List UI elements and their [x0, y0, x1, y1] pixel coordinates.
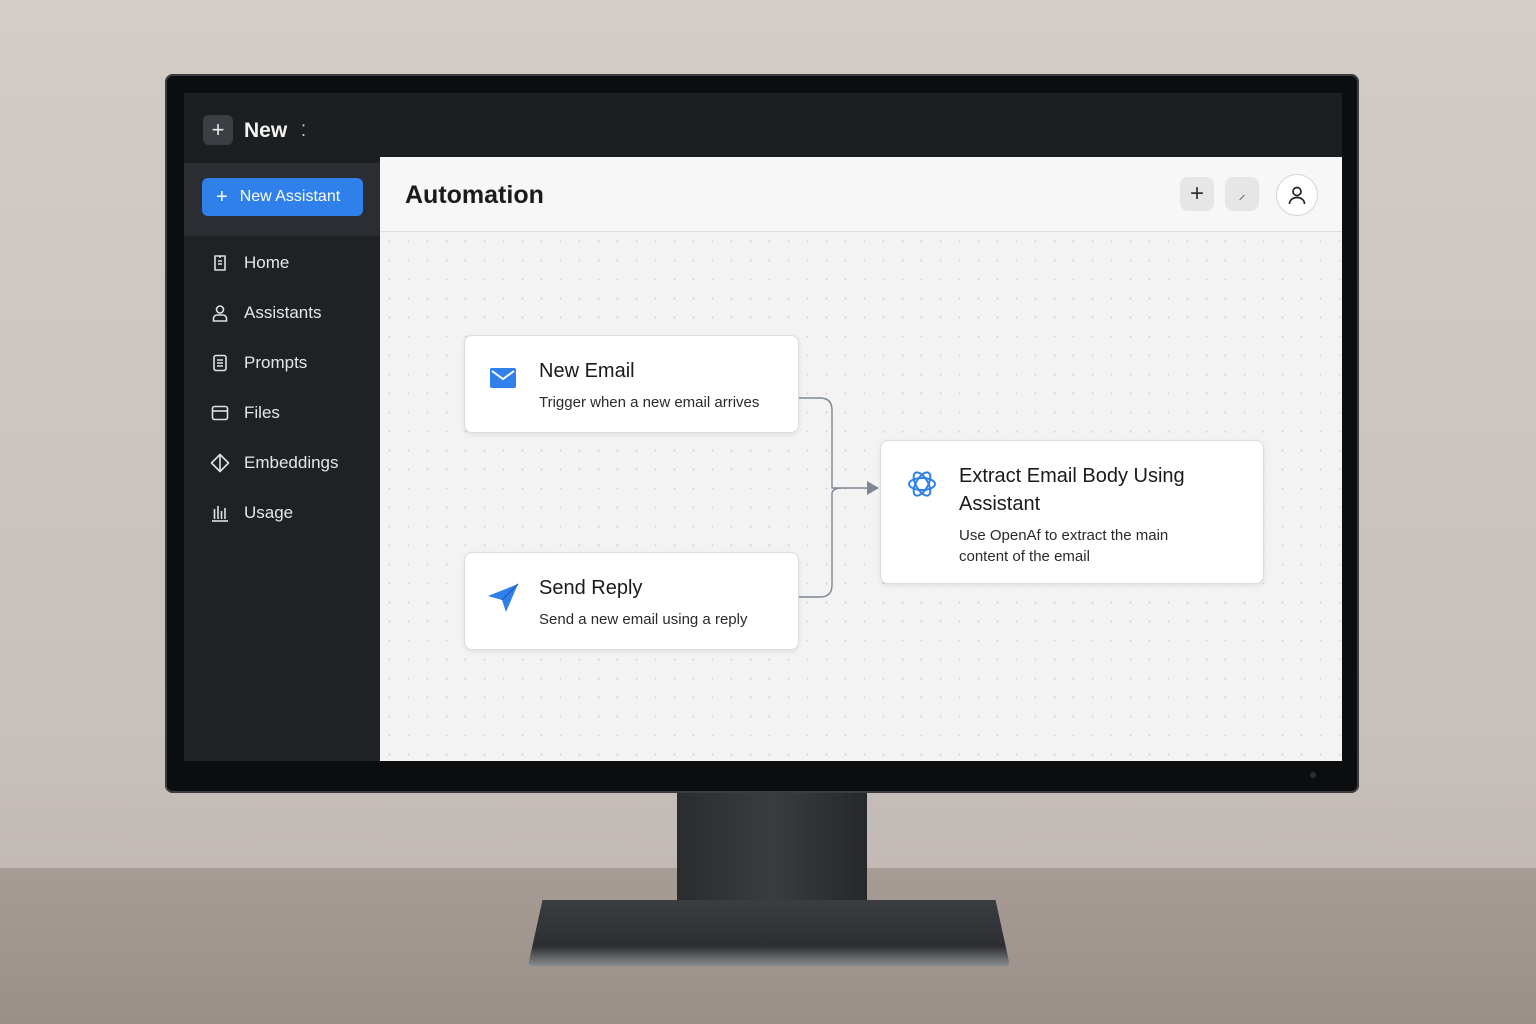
screen: + New ⁚ + New Assistant Home Assistants [184, 93, 1342, 761]
sidebar-item-label: Home [244, 253, 290, 272]
sidebar-item-label: Files [244, 403, 280, 422]
node-title-line2: Assistant [959, 493, 1041, 515]
new-assistant-button[interactable]: + New Assistant [202, 178, 363, 216]
connector-send-reply [798, 487, 843, 598]
new-assistant-label: New Assistant [239, 188, 341, 205]
sidebar-header: + New Assistant [184, 163, 380, 236]
pencil-icon: ⸝ [1238, 185, 1246, 202]
node-title: Send Reply [539, 577, 643, 599]
sidebar-item-home[interactable]: Home [210, 249, 289, 277]
node-description-line1: Use OpenAf to extract the main [959, 527, 1169, 544]
node-new-email[interactable]: New Email Trigger when a new email arriv… [464, 335, 799, 433]
folder-icon [211, 405, 229, 421]
node-send-reply[interactable]: Send Reply Send a new email using a repl… [464, 552, 799, 650]
bar-chart-icon [212, 506, 228, 522]
sidebar-item-label: Usage [244, 503, 294, 522]
node-title-line1: Extract Email Body Using [959, 465, 1185, 487]
avatar[interactable] [1276, 174, 1318, 216]
plus-icon: + [216, 185, 228, 208]
sidebar-item-label: Embeddings [244, 453, 339, 472]
openai-icon [908, 471, 936, 497]
node-description: Send a new email using a reply [539, 611, 748, 628]
new-plus-button[interactable]: + [203, 115, 233, 145]
sidebar-item-usage[interactable]: Usage [210, 499, 293, 527]
add-node-button[interactable]: + [1180, 177, 1214, 211]
diamond-icon [210, 453, 230, 473]
main-header: Automation + ⸝ [380, 157, 1342, 232]
sidebar-item-assistants[interactable]: Assistants [210, 299, 321, 327]
page-title: Automation [405, 181, 544, 209]
document-icon [213, 354, 227, 372]
node-description-line2: content of the email [959, 548, 1090, 565]
edit-button[interactable]: ⸝ [1225, 177, 1259, 211]
main-panel: Automation + ⸝ New Email Trigger when a … [380, 157, 1342, 761]
user-icon [1288, 186, 1306, 205]
top-bar: + New ⁚ [184, 93, 1342, 163]
sidebar-item-label: Prompts [244, 353, 308, 372]
monitor-stand-neck [677, 790, 867, 912]
home-icon [214, 255, 226, 271]
sidebar-item-label: Assistants [244, 303, 322, 322]
sidebar-item-embeddings[interactable]: Embeddings [210, 449, 339, 477]
send-icon [488, 583, 519, 612]
node-extract-email-body[interactable]: Extract Email Body Using Assistant Use O… [880, 440, 1264, 584]
sidebar: + New Assistant Home Assistants Prompts [184, 163, 380, 761]
mail-icon [490, 368, 516, 388]
sidebar-item-files[interactable]: Files [210, 399, 280, 427]
plus-icon: + [1189, 180, 1204, 207]
connector-arrow-icon [867, 481, 879, 495]
user-icon [212, 305, 228, 322]
monitor-stand-base [528, 900, 1010, 966]
sidebar-item-prompts[interactable]: Prompts [210, 349, 307, 377]
node-description: Trigger when a new email arrives [539, 394, 760, 411]
more-dots-icon[interactable]: ⁚ [301, 121, 306, 141]
connector-new-email [798, 397, 870, 489]
plus-icon: + [211, 117, 225, 142]
node-title: New Email [539, 360, 635, 382]
workflow-canvas[interactable]: New Email Trigger when a new email arriv… [380, 232, 1342, 761]
power-indicator [1310, 772, 1316, 778]
topbar-title: New [244, 119, 288, 142]
